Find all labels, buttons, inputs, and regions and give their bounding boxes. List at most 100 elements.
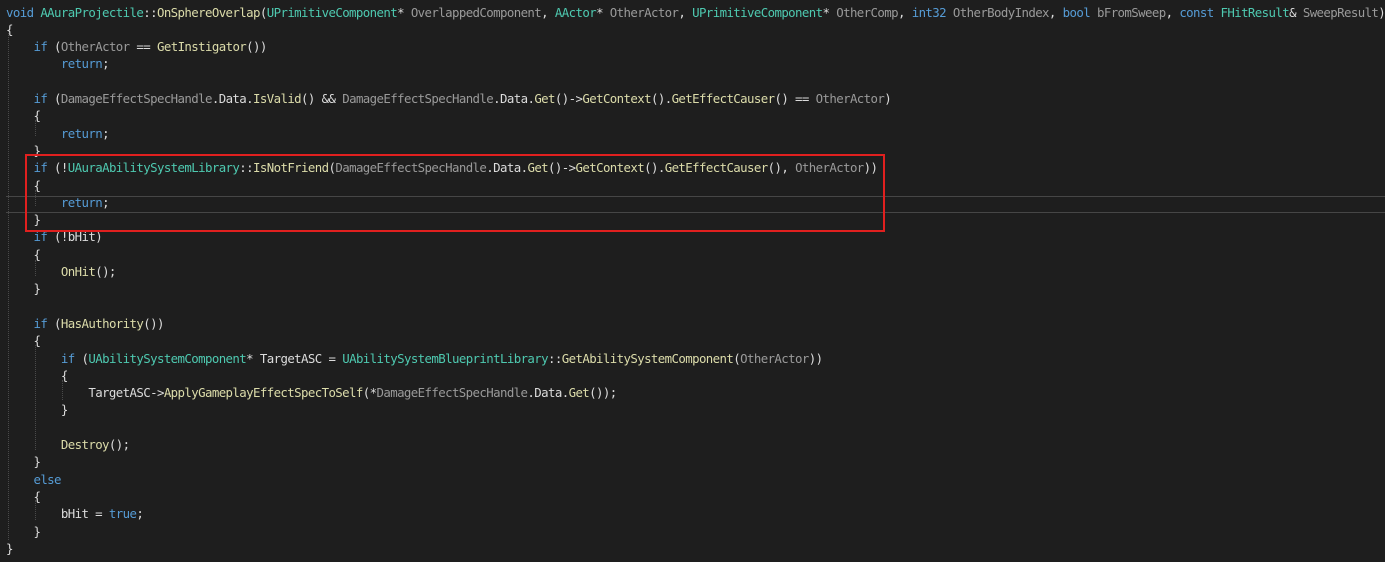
code-token: true xyxy=(108,506,137,522)
code-token: ( xyxy=(54,315,61,331)
code-token: )) xyxy=(808,350,823,366)
highlight-box xyxy=(25,154,885,232)
code-line: bHit = true; xyxy=(6,505,144,522)
code-token: } xyxy=(6,540,13,556)
code-line: if (HasAuthority()) xyxy=(6,315,164,332)
code-token: ) xyxy=(884,91,892,106)
code-token: DamageEffectSpecHandle xyxy=(342,91,494,106)
code-token: , xyxy=(678,4,693,20)
code-token: OnSphereOverlap xyxy=(156,4,261,20)
code-line: { xyxy=(6,107,40,124)
code-line: if (UAbilitySystemComponent* TargetASC =… xyxy=(6,350,823,367)
code-token: FHitResult xyxy=(1220,4,1290,20)
code-token: OtherActor xyxy=(609,4,679,20)
code-token: (). xyxy=(650,91,672,106)
code-token: .Data. xyxy=(527,385,569,401)
code-token: TargetASC xyxy=(259,350,322,366)
code-token: DamageEffectSpecHandle xyxy=(60,91,213,106)
code-token: ( xyxy=(54,39,61,55)
code-token: AAuraProjectile xyxy=(40,4,144,20)
code-token: DamageEffectSpecHandle xyxy=(376,385,528,401)
code-token: bFromSweep xyxy=(1096,4,1166,20)
code-token: :: xyxy=(143,4,157,20)
code-token: else xyxy=(33,471,61,487)
code-token: TargetASC xyxy=(88,385,151,401)
code-token: == xyxy=(129,39,157,55)
code-token: = xyxy=(321,350,343,366)
code-token: ; xyxy=(102,56,109,72)
code-token: { xyxy=(6,333,41,349)
code-token: ; xyxy=(136,506,144,522)
code-token: AActor xyxy=(554,4,597,20)
code-token: } xyxy=(6,454,41,470)
code-line: } xyxy=(6,523,40,540)
code-line: { xyxy=(6,21,13,38)
code-token: -> xyxy=(150,385,164,401)
code-token: , xyxy=(1165,4,1180,20)
code-token: } xyxy=(6,402,68,418)
code-token: void xyxy=(6,4,41,20)
code-editor[interactable]: void AAuraProjectile::OnSphereOverlap(UP… xyxy=(0,0,1385,562)
code-token: ( xyxy=(259,4,267,20)
code-token: UAbilitySystemBlueprintLibrary xyxy=(342,350,549,366)
code-line: OnHit(); xyxy=(6,263,116,280)
code-line: if (DamageEffectSpecHandle.Data.IsValid(… xyxy=(6,90,891,107)
code-token: const xyxy=(1179,4,1221,20)
code-token: OtherActor xyxy=(60,39,130,55)
code-token: (); xyxy=(108,437,130,452)
code-token: if xyxy=(33,315,55,331)
code-token: GetContext xyxy=(582,91,651,106)
code-token: () && xyxy=(301,91,343,106)
code-token: ; xyxy=(102,125,109,141)
code-line: { xyxy=(6,488,40,505)
code-token: , xyxy=(541,4,555,20)
code-token: * xyxy=(596,4,610,20)
code-line: Destroy(); xyxy=(6,436,130,453)
code-line: return; xyxy=(6,55,110,72)
code-token: { xyxy=(6,488,41,504)
code-token: * xyxy=(246,350,260,366)
code-token: UPrimitiveComponent xyxy=(692,4,823,20)
code-token: } xyxy=(6,523,41,539)
code-token: * xyxy=(822,4,837,20)
code-line: void AAuraProjectile::OnSphereOverlap(UP… xyxy=(6,4,1385,21)
code-token: ( xyxy=(54,91,61,106)
code-token: GetEffectCauser xyxy=(671,91,776,106)
code-token: if xyxy=(33,91,55,106)
code-token: { xyxy=(6,108,41,124)
code-token: OnHit xyxy=(60,264,96,279)
code-token: OtherBodyIndex xyxy=(952,4,1050,20)
code-token: OtherComp xyxy=(836,4,898,20)
code-token: { xyxy=(6,246,41,262)
code-token: ApplyGameplayEffectSpecToSelf xyxy=(163,385,364,401)
code-line: else xyxy=(6,471,61,488)
code-token: , xyxy=(897,4,912,20)
code-token: UPrimitiveComponent xyxy=(266,4,398,20)
code-line: { xyxy=(6,367,68,384)
code-token: IsValid xyxy=(253,91,302,106)
code-token: bool xyxy=(1062,4,1097,20)
code-token: return xyxy=(60,56,103,72)
code-line: } xyxy=(6,540,13,557)
code-token: (); xyxy=(95,264,116,279)
code-token: if xyxy=(60,350,82,366)
code-token: (* xyxy=(362,385,377,401)
code-token: ()-> xyxy=(554,91,583,106)
code-token: SweepResult xyxy=(1302,4,1379,20)
code-line: } xyxy=(6,280,40,297)
code-token: int32 xyxy=(911,4,953,20)
code-token: bHit = xyxy=(6,506,109,522)
code-line: } xyxy=(6,453,40,470)
code-token: OverlappedComponent xyxy=(410,4,542,20)
code-line: return; xyxy=(6,125,110,142)
